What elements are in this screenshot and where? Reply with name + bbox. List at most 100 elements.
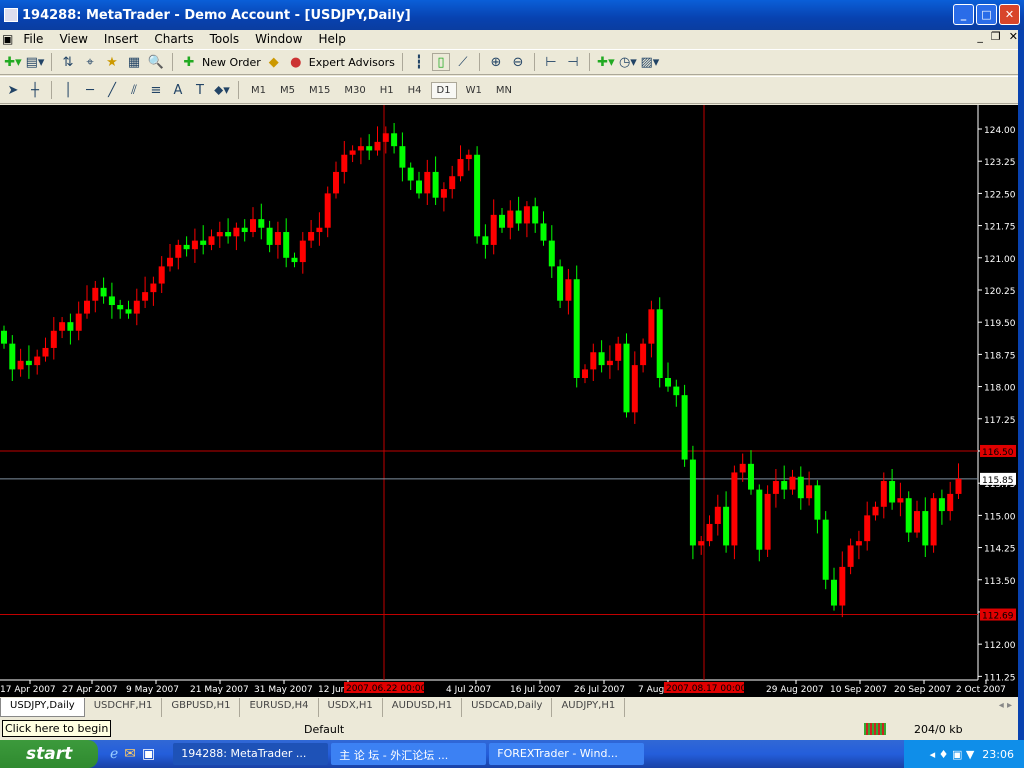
candle-body <box>764 493 771 550</box>
price-tick-label: 120.25 <box>984 287 1016 297</box>
periods-icon[interactable]: ◷▾ <box>619 53 637 71</box>
autoscroll-icon[interactable]: ⊢ <box>542 53 560 71</box>
candle-body <box>341 154 348 172</box>
text-icon[interactable]: A <box>169 81 187 99</box>
mdi-minimize-button[interactable]: _ <box>977 30 983 43</box>
candle-body <box>440 189 447 198</box>
horizontal-line-icon[interactable]: ─ <box>81 81 99 99</box>
candle-body <box>449 176 456 190</box>
crosshair-icon[interactable]: ┼ <box>26 81 44 99</box>
terminal-icon[interactable]: ▦ <box>125 53 143 71</box>
new-chart-icon[interactable]: ✚▾ <box>4 53 22 71</box>
timeframe-m15[interactable]: M15 <box>304 83 335 98</box>
data-window-icon[interactable]: ⌖ <box>81 53 99 71</box>
menu-insert[interactable]: Insert <box>96 32 146 46</box>
crosshair-price-label: 116.50 <box>982 448 1014 458</box>
menu-charts[interactable]: Charts <box>146 32 201 46</box>
document-icon[interactable]: ▣ <box>0 32 15 46</box>
vertical-line-icon[interactable]: │ <box>59 81 77 99</box>
price-chart[interactable]: 124.00 123.25 122.50 121.75 121.00 120.25 119.… <box>0 105 1018 697</box>
start-button[interactable]: start <box>0 740 98 768</box>
candle-body <box>225 232 232 237</box>
task-forextrader[interactable]: FOREXTrader - Wind... <box>489 743 645 765</box>
bar-chart-icon[interactable]: ┇ <box>410 53 428 71</box>
tray-icons[interactable]: ◂ ♦ ▣ ▼ <box>930 748 975 761</box>
candle-body <box>382 133 389 142</box>
candle-body <box>266 227 273 245</box>
arrows-icon[interactable]: ⬥▾ <box>213 81 231 99</box>
tab-gbpusd-h1[interactable]: GBPUSD,H1 <box>162 698 241 717</box>
fibonacci-icon[interactable]: ≡ <box>147 81 165 99</box>
profiles-icon[interactable]: ▤▾ <box>26 53 45 71</box>
mdi-close-button[interactable]: ✕ <box>1009 30 1018 43</box>
candle-body <box>831 579 837 606</box>
new-order-button[interactable]: New Order <box>202 56 261 69</box>
candle-body <box>216 232 223 237</box>
candle-body <box>731 472 738 546</box>
menu-window[interactable]: Window <box>247 32 310 46</box>
timeframe-mn[interactable]: MN <box>491 83 517 98</box>
warning-icon[interactable]: ◆ <box>265 53 283 71</box>
candle-body <box>133 300 140 314</box>
candle-body <box>250 219 256 233</box>
zoom-out-icon[interactable]: ⊖ <box>509 53 527 71</box>
candlestick-icon[interactable]: ▯ <box>431 53 450 71</box>
candle-body <box>291 257 298 263</box>
candle-body <box>839 566 846 606</box>
timeframe-w1[interactable]: W1 <box>461 83 487 98</box>
timeframe-m5[interactable]: M5 <box>275 83 300 98</box>
tab-usdchf-h1[interactable]: USDCHF,H1 <box>85 698 163 717</box>
tab-usdcad-daily[interactable]: USDCAD,Daily <box>462 698 553 717</box>
indicators-icon[interactable]: ✚▾ <box>597 53 615 71</box>
mdi-restore-button[interactable]: ❐ <box>991 30 1001 43</box>
menu-help[interactable]: Help <box>310 32 353 46</box>
chart-canvas[interactable]: 124.00 123.25 122.50 121.75 121.00 120.25 119.… <box>0 105 1018 697</box>
templates-icon[interactable]: ▨▾ <box>640 53 659 71</box>
maximize-button[interactable]: □ <box>976 4 997 25</box>
price-tick-label: 119.50 <box>984 319 1016 329</box>
timeframe-h1[interactable]: H1 <box>375 83 399 98</box>
tab-eurusd-h4[interactable]: EURUSD,H4 <box>240 698 319 717</box>
tab-usdjpy-daily[interactable]: USDJPY,Daily <box>0 698 85 717</box>
strategy-tester-icon[interactable]: 🔍 <box>147 53 165 71</box>
market-watch-icon[interactable]: ⇅ <box>59 53 77 71</box>
start-label: start <box>26 744 73 764</box>
candle-body <box>532 206 539 224</box>
chart-shift-icon[interactable]: ⊣ <box>564 53 582 71</box>
close-button[interactable]: ✕ <box>999 4 1020 25</box>
price-tick-label: 118.75 <box>984 351 1016 361</box>
candle-body <box>316 227 323 233</box>
text-label-icon[interactable]: T <box>191 81 209 99</box>
tab-scroll-arrows[interactable]: ◂ ▸ <box>993 698 1018 717</box>
task-metatrader[interactable]: 194288: MetaTrader ... <box>173 743 329 765</box>
menu-tools[interactable]: Tools <box>202 32 248 46</box>
equidistant-channel-icon[interactable]: ⫽ <box>125 81 143 99</box>
outlook-icon[interactable]: ✉ <box>124 746 136 762</box>
task-forum[interactable]: 主 论 坛 - 外汇论坛 ... <box>331 743 487 765</box>
tab-audjpy-h1[interactable]: AUDJPY,H1 <box>552 698 626 717</box>
tab-audusd-h1[interactable]: AUDUSD,H1 <box>383 698 463 717</box>
cursor-icon[interactable]: ➤ <box>4 81 22 99</box>
candle-body <box>930 498 937 546</box>
menu-file[interactable]: File <box>15 32 51 46</box>
navigator-icon[interactable]: ★ <box>103 53 121 71</box>
candle-body <box>872 506 879 516</box>
expert-advisors-icon[interactable]: ● <box>287 53 305 71</box>
new-order-icon[interactable]: ✚ <box>180 53 198 71</box>
line-chart-icon[interactable]: ⟋ <box>454 53 472 71</box>
desktop-icon[interactable]: ▣ <box>142 746 155 762</box>
expert-advisors-button[interactable]: Expert Advisors <box>309 56 395 69</box>
minimize-button[interactable]: _ <box>953 4 974 25</box>
timeframe-m1[interactable]: M1 <box>246 83 271 98</box>
trendline-icon[interactable]: ╱ <box>103 81 121 99</box>
menu-view[interactable]: View <box>51 32 95 46</box>
timeframe-m30[interactable]: M30 <box>339 83 370 98</box>
candle-body <box>822 519 829 580</box>
price-tick-label: 118.00 <box>984 384 1016 394</box>
zoom-in-icon[interactable]: ⊕ <box>487 53 505 71</box>
tab-usdx-h1[interactable]: USDX,H1 <box>319 698 383 717</box>
timeframe-h4[interactable]: H4 <box>403 83 427 98</box>
candle-body <box>92 287 99 301</box>
ie-icon[interactable]: ℯ <box>110 746 118 762</box>
timeframe-d1[interactable]: D1 <box>430 81 457 99</box>
